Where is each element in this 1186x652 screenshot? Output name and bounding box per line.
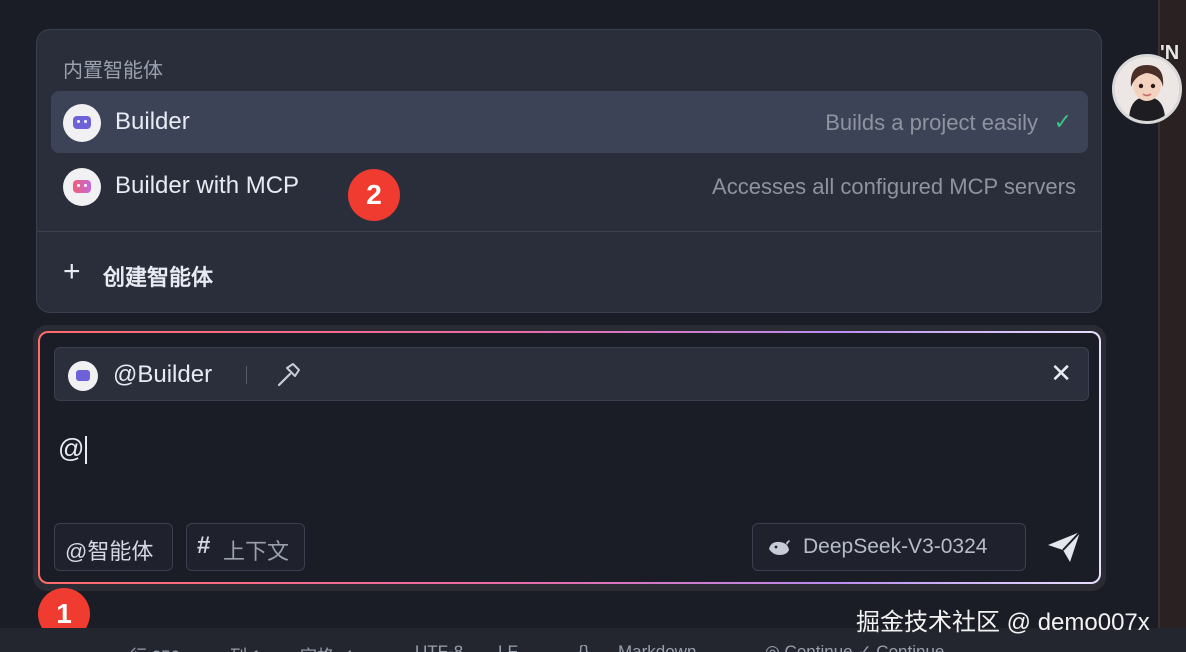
chat-input[interactable]: @ — [58, 433, 88, 465]
text-caret — [85, 436, 88, 465]
mention-agent-label: @智能体 — [65, 539, 154, 564]
send-icon[interactable] — [1044, 529, 1084, 565]
app-window: 'N 内置智能体 Builder Builds a project easily… — [0, 0, 1186, 652]
watermark: 掘金技术社区 @ demo007x — [856, 609, 1150, 636]
agent-option-name: Builder with MCP — [115, 172, 300, 199]
chat-composer: @Builder ✕ @ @智能体 # 上下文 DeepSeek-V3-0324 — [38, 331, 1101, 584]
divider — [37, 231, 1101, 232]
selected-agent-tag: @Builder — [113, 361, 213, 388]
create-agent-label: 创建智能体 — [103, 265, 214, 290]
agent-option-description: Accesses all configured MCP servers — [712, 174, 1076, 199]
status-extension[interactable]: ◎ Continue ✓ Continue — [765, 642, 944, 652]
add-context-button[interactable]: # 上下文 — [186, 523, 305, 571]
plus-icon: + — [63, 255, 81, 288]
hash-icon: # — [197, 532, 211, 559]
status-column[interactable]: 列 1 — [230, 642, 261, 652]
model-selector[interactable]: DeepSeek-V3-0324 — [752, 523, 1026, 571]
close-icon[interactable]: ✕ — [1050, 358, 1072, 389]
status-line[interactable]: 行 250 — [130, 642, 180, 652]
separator — [246, 366, 247, 384]
dropdown-header: 内置智能体 — [63, 60, 163, 82]
agent-option-builder-mcp[interactable]: Builder with MCP Accesses all configured… — [51, 155, 1088, 217]
status-braces[interactable]: {} — [578, 642, 589, 652]
agent-dropdown: 内置智能体 Builder Builds a project easily ✓ … — [36, 29, 1102, 313]
status-encoding[interactable]: UTF-8 — [415, 642, 463, 652]
status-language[interactable]: Markdown — [618, 642, 696, 652]
agent-option-builder[interactable]: Builder Builds a project easily ✓ — [51, 91, 1088, 153]
add-context-label: 上下文 — [223, 539, 290, 564]
mention-agent-button[interactable]: @智能体 — [54, 523, 173, 571]
robot-icon — [63, 104, 101, 142]
user-avatar[interactable] — [1112, 54, 1182, 124]
robot-icon — [68, 361, 98, 391]
status-indent[interactable]: 空格: 4 — [300, 642, 353, 652]
whale-icon — [769, 540, 790, 555]
chat-input-value: @ — [58, 433, 85, 463]
agent-option-name: Builder — [115, 108, 190, 135]
hammer-icon[interactable] — [273, 360, 303, 390]
model-name: DeepSeek-V3-0324 — [803, 535, 988, 558]
agent-option-description: Builds a project easily — [825, 110, 1038, 135]
step-badge-2: 2 — [348, 169, 400, 221]
robot-icon — [63, 168, 101, 206]
check-icon: ✓ — [1053, 109, 1072, 134]
selected-agent-bar: @Builder ✕ — [54, 347, 1089, 401]
status-eol[interactable]: LF — [498, 642, 518, 652]
